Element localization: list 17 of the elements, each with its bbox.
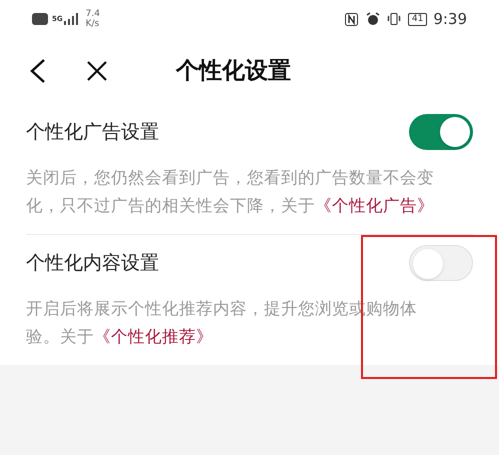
speed-value: 7.4 [86, 9, 100, 19]
signal-icon [64, 13, 78, 25]
toggle-switch[interactable] [409, 245, 473, 281]
alarm-icon [366, 12, 380, 26]
vibrate-icon [386, 13, 402, 25]
setting-label: 个性化内容设置 [26, 250, 159, 276]
page-title: 个性化设置 [176, 56, 291, 86]
policy-link[interactable]: 《个性化广告》 [315, 196, 434, 215]
toggle-switch[interactable] [409, 114, 473, 150]
setting-description: 关闭后，您仍然会看到广告，您看到的广告数量不会变化，只不过广告的相关性会下降，关于《个性化广告》 [26, 167, 435, 217]
close-icon[interactable] [86, 60, 108, 82]
battery-indicator: 41 [408, 12, 428, 26]
setting-label: 个性化广告设置 [26, 120, 159, 145]
nfc-icon [344, 12, 358, 26]
policy-link[interactable]: 《个性化推荐》 [94, 327, 213, 346]
clock-time: 9:39 [433, 8, 467, 30]
speed-unit: K/s [86, 19, 100, 29]
